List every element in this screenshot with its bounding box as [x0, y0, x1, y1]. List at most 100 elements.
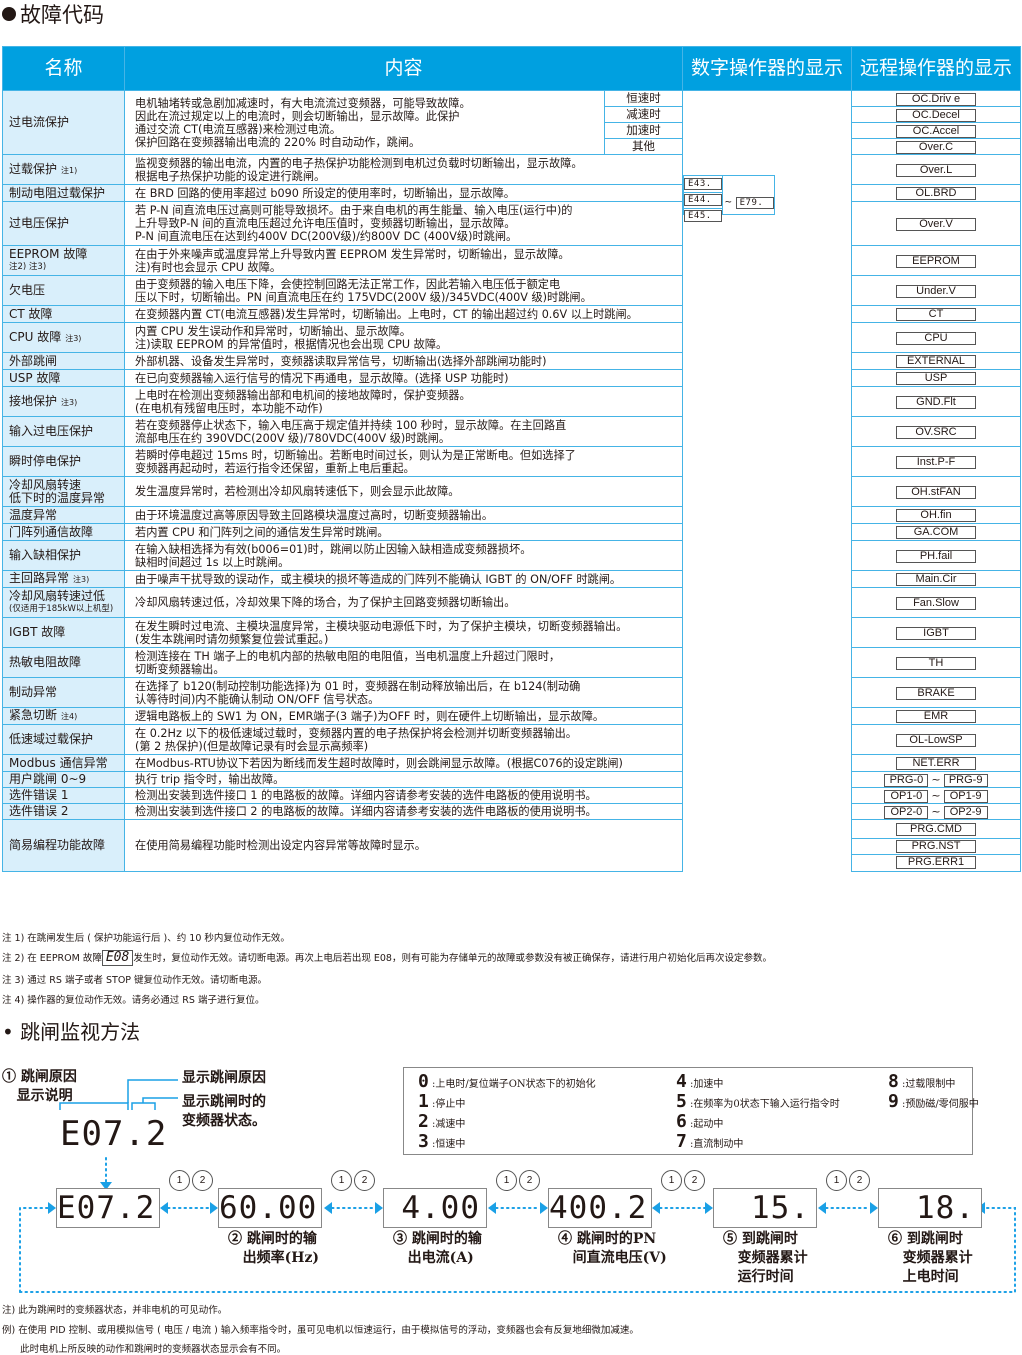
fault-description: 冷却风扇转速过低，冷却效果下降的场合，为了保护主回路变频器切断输出。	[123, 587, 684, 618]
fault-description: 若瞬时停电超过 15ms 时，切断输出。若断电时间过长，则认为是正常断电。但如选…	[123, 446, 684, 477]
sub-condition: 加速时	[603, 122, 684, 139]
fault-description: 在Modbus-RTU协议下若因为断线而发生超时故障时，则会跳闸显示故障。(根据…	[123, 754, 684, 772]
up-key-icon[interactable]: 1	[826, 1170, 847, 1191]
fault-name: 接地保护 注3)	[2, 386, 125, 417]
legend-item: 7:直流制动中	[676, 1131, 744, 1152]
fault-name: 门阵列通信故障	[2, 523, 125, 541]
remote-code: GND.Flt	[896, 395, 977, 409]
table-row: 过电流保护 电机轴堵转或急剧加减速时，有大电流流过变频器，可能导致故障。 因此在流过…	[2, 90, 1022, 215]
state-digit: 6	[676, 1111, 687, 1132]
fault-name: 热敏电阻故障	[2, 647, 125, 678]
fault-name: 外部跳闸	[2, 352, 125, 370]
table-row: 输入过电压保护 若在变频器停止状态下，输入电压高于规定值并持续 100 秒时，显示…	[2, 174, 1022, 447]
fault-name: 过电压保护	[2, 201, 125, 246]
e08-badge: E08	[101, 950, 134, 966]
legend-item: 1:停止中	[418, 1091, 466, 1112]
fault-name: 低速域过载保护	[2, 724, 125, 755]
table-row: 冷却风扇转速过低 (仅适用于185kW以上机型) 冷却风扇转速过低，冷却效果下降的场…	[2, 174, 1022, 618]
state-digit: 3	[418, 1131, 429, 1152]
bracket-state	[131, 1102, 156, 1110]
legend-item: 8:过载限制中	[888, 1071, 956, 1092]
fault-description: 电机轴堵转或急剧加减速时，有大电流流过变频器，可能导致故障。 因此在流过规定以上的…	[124, 90, 605, 155]
fault-description: 在 BRD 回路的使用率超过 b090 所设定的使用率时，切断输出，显示故障。	[123, 184, 684, 202]
fault-description: 在已向变频器输入运行信号的情况下再通电，显示故障。(选择 USP 功能时)	[123, 369, 684, 387]
state-digit: 5	[676, 1091, 687, 1112]
remote-code: OP1-0	[884, 789, 929, 803]
label-trip-cause: ① 跳闸原因 显示说明	[2, 1069, 77, 1104]
up-key-icon[interactable]: 1	[331, 1170, 352, 1191]
remote-code: OL.BRD	[896, 187, 977, 200]
remote-code: EEPROM	[896, 254, 977, 268]
remote-code: NET.ERR	[896, 757, 977, 770]
down-key-icon[interactable]: 2	[519, 1170, 540, 1191]
fault-name: 过载保护 注1)	[2, 154, 125, 185]
remote-code: Under.V	[896, 284, 977, 298]
fault-description: 监视变频器的输出电流，内置的电子热保护功能检测到电机过负载时切断输出，显示故障。…	[123, 154, 684, 185]
annotation-example-cont: 此时电机上所反映的动作和跳闸时的变频器状态显示会有不同。	[2, 1344, 287, 1355]
remote-code: Inst.P-F	[896, 455, 977, 469]
down-key-icon[interactable]: 2	[192, 1170, 213, 1191]
table-row: 过电压保护若 P-N 间直流电压过高则可能导致损坏。由于来自电机的再生能量、输入…	[2, 174, 1022, 246]
table-row: 温度异常由于环境温度过高等原因导致主回路模块温度过高时，切断变频器输出。E21.…	[2, 174, 1022, 524]
digital-code: E43.	[684, 177, 723, 190]
table-row: USP 故障 在已向变频器输入运行信号的情况下再通电，显示故障。(选择 USP 功…	[2, 174, 1022, 387]
table-row: 选件错误 1 检测出安装到选件接口 1 的电路板的故障。详细内容请参考安装的选件电…	[2, 174, 1022, 804]
annotation-note: 注) 此为跳闸时的变频器状态，并非电机的可见动作。	[2, 1305, 228, 1316]
fault-name: IGBT 故障	[2, 617, 125, 648]
fault-name: 制动电阻过载保护	[2, 184, 125, 202]
fault-name: USP 故障	[2, 369, 125, 387]
remote-code: PH.fail	[896, 549, 977, 563]
fault-name: 紧急切断 注4)	[2, 707, 125, 725]
key-pair: 12	[661, 1170, 705, 1191]
table-row: 欠电压 由于变频器的输入电压下降，会使控制回路无法正常工作，因此若输入电压低于额定…	[2, 174, 1022, 306]
fault-description: 发生温度异常时，若检测出冷却风扇转速低下，则会显示此故障。	[123, 476, 684, 507]
fault-name: 输入缺相保护	[2, 540, 125, 571]
digital-code: E79.	[735, 196, 774, 209]
note-3: 注 3) 通过 RS 端子或者 STOP 键复位动作无效。请切断电源。	[2, 975, 268, 986]
state-digit: 4	[676, 1071, 687, 1092]
fault-name: 选件错误 2	[2, 803, 125, 820]
legend-item: 0:上电时/复位端子ON状态下的初始化	[418, 1071, 596, 1092]
down-key-icon[interactable]: 2	[684, 1170, 705, 1191]
down-key-icon[interactable]: 2	[354, 1170, 375, 1191]
up-key-icon[interactable]: 1	[496, 1170, 517, 1191]
up-key-icon[interactable]: 1	[661, 1170, 682, 1191]
remote-code: CPU	[896, 331, 977, 345]
fault-name: 瞬时停电保护	[2, 446, 125, 477]
key-pair: 12	[496, 1170, 540, 1191]
fault-description: 在使用简易编程功能时检测出设定内容异常等故障时显示。	[123, 819, 684, 872]
key-pair: 12	[826, 1170, 870, 1191]
fault-name: 输入过电压保护	[2, 416, 125, 447]
monitor-display: 15.	[713, 1188, 817, 1228]
fault-description: 检测连接在 TH 端子上的电机内部的热敏电阻的电阻值，当电机温度上升超过门限时，…	[123, 647, 684, 678]
down-key-icon[interactable]: 2	[849, 1170, 870, 1191]
display-label: ⑤ 到跳闸时 变频器累计 运行时间	[723, 1231, 808, 1285]
section-title-fault-codes: 故障代码	[2, 2, 104, 28]
remote-code: CT	[896, 308, 977, 321]
digital-code: E45.	[684, 210, 723, 222]
remote-code: PRG.ERR1	[896, 855, 977, 869]
state-digit: 9	[888, 1091, 899, 1112]
table-row: 门阵列通信故障若内置 CPU 和门阵列之间的通信发生异常时跳闸。E23.GA.C…	[2, 174, 1022, 541]
fault-name: 欠电压	[2, 275, 125, 306]
display-label: ④ 跳闸时的PN 间直流电压(V)	[558, 1231, 667, 1266]
callout-state: 显示跳闸时的 变频器状态。	[182, 1094, 266, 1129]
remote-code: USP	[896, 372, 977, 385]
state-digit: 2	[418, 1111, 429, 1132]
up-key-icon[interactable]: 1	[169, 1170, 190, 1191]
fault-description: 若 P-N 间直流电压过高则可能导致损坏。由于来自电机的再生能量、输入电压(运行…	[123, 201, 684, 246]
remote-code: Over.C	[896, 140, 977, 154]
remote-code: OP2-9	[943, 805, 988, 819]
remote-code: PRG.CMD	[896, 823, 977, 836]
fault-name: 选件错误 1	[2, 787, 125, 804]
annotation-example: 例) 在使用 PID 控制、或用模拟信号 ( 电压 / 电流 ) 输入频率指令时…	[2, 1325, 639, 1336]
fault-description: 由于噪声干扰导致的误动作，或主模块的损坏等造成的门阵列不能确认 IGBT 的 O…	[123, 570, 684, 588]
fault-name: 制动异常	[2, 677, 125, 708]
fault-description: 检测出安装到选件接口 2 的电路板的故障。详细内容请参考安装的选件电路板的使用说…	[123, 803, 684, 820]
remote-code: GA.COM	[896, 526, 977, 539]
remote-code: PRG-0	[884, 773, 929, 787]
table-row: 主回路异常 注3) 由于噪声干扰导致的误动作，或主模块的损坏等造成的门阵列不能确认 …	[2, 174, 1022, 588]
table-row: EEPROM 故障 注2) 注3) 在由于外来噪声或温度异常上升导致内置 EEPRO…	[2, 174, 1022, 276]
legend-item: 3:恒速中	[418, 1131, 466, 1152]
remote-code: EXTERNAL	[896, 355, 977, 368]
